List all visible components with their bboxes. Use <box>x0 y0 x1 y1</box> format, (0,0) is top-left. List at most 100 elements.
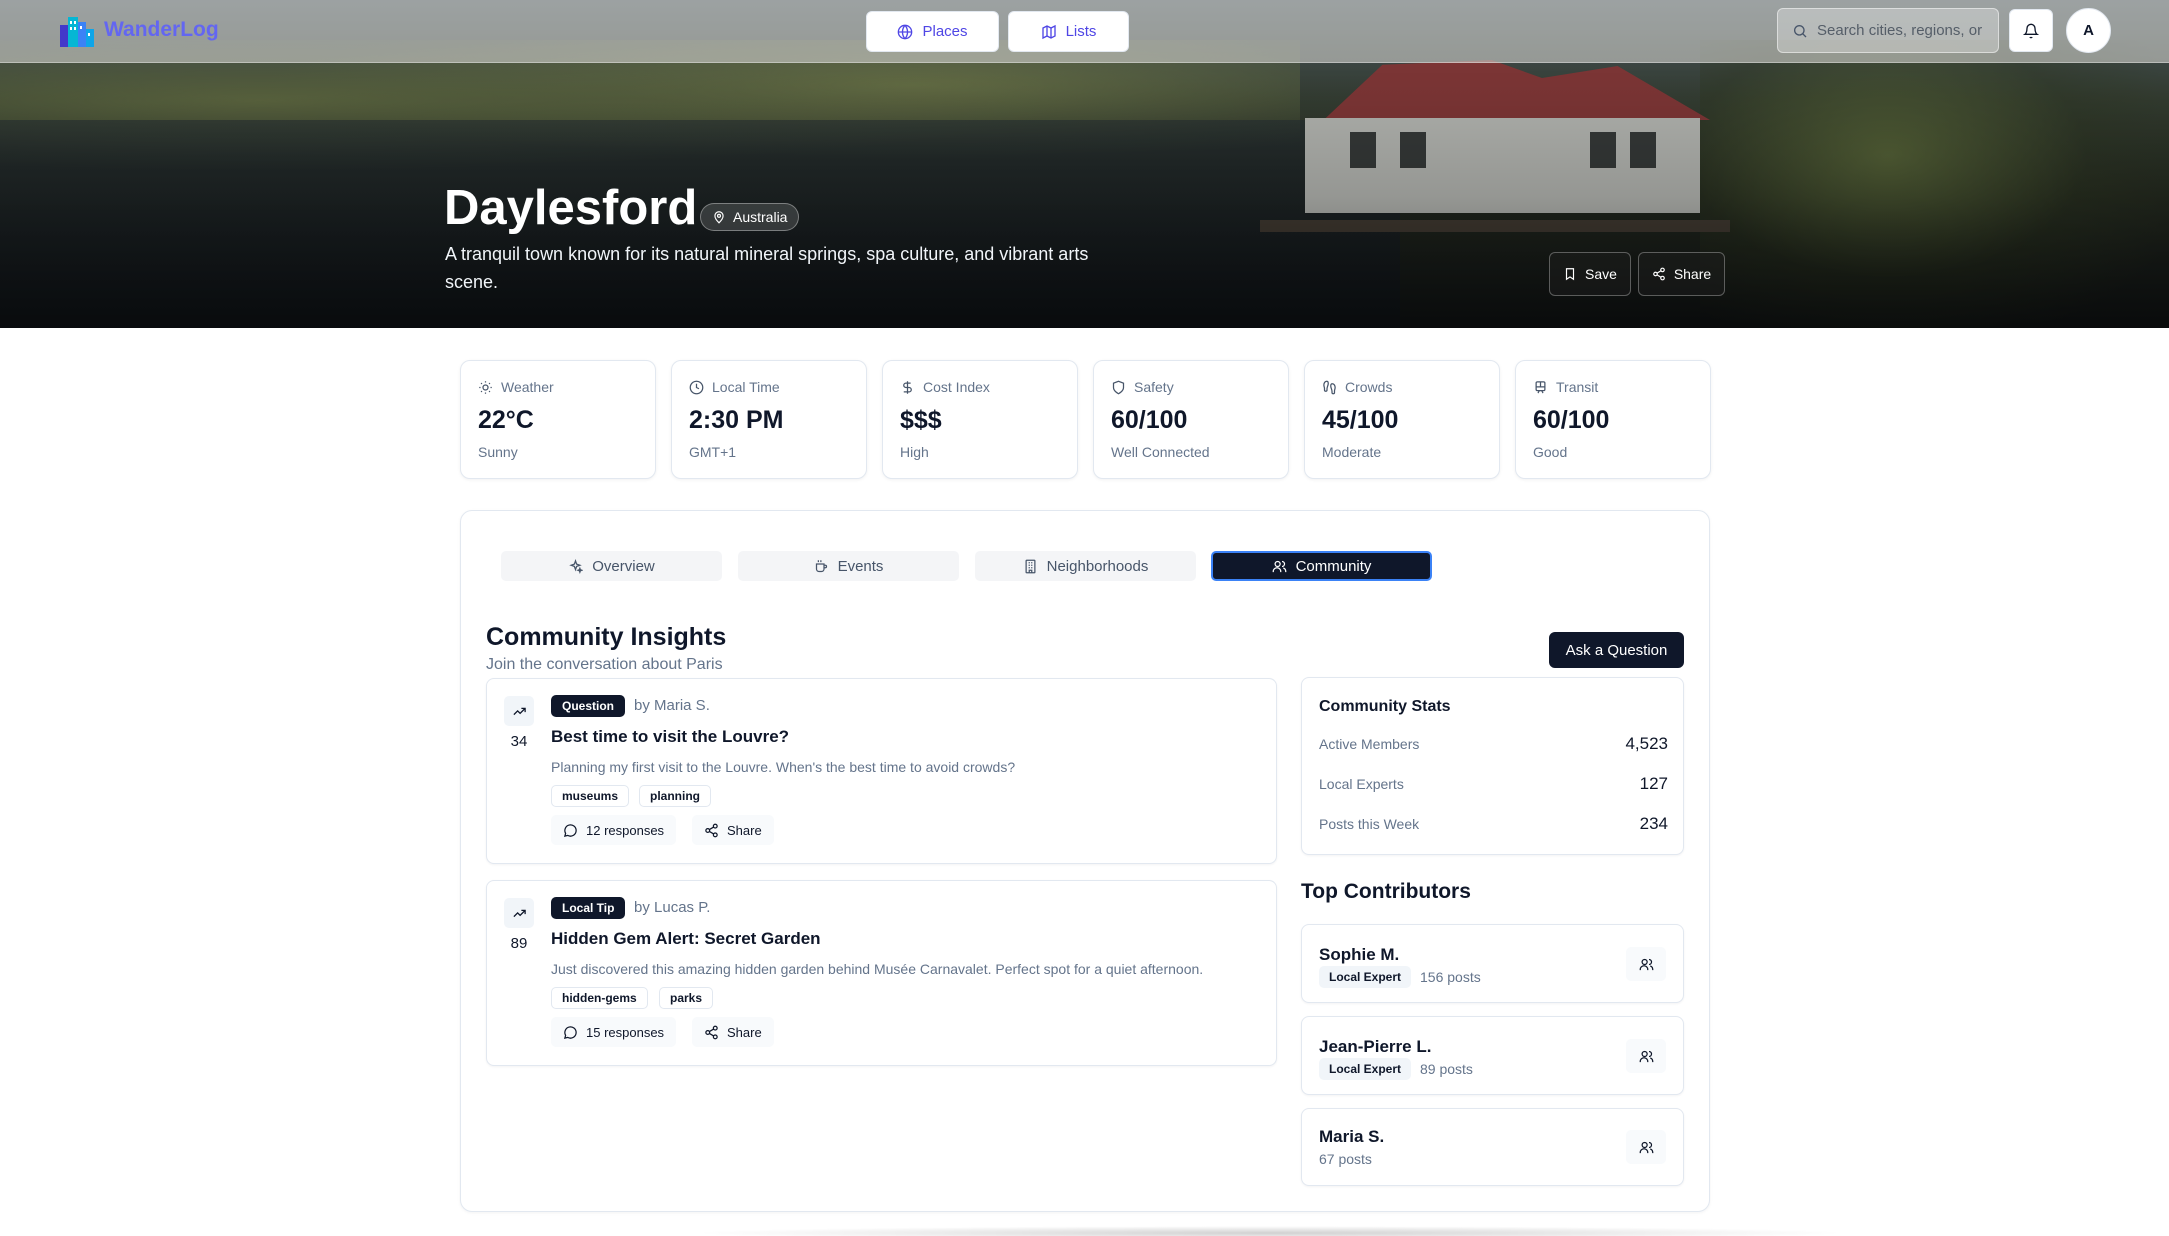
map-icon <box>1041 24 1057 40</box>
stat-value: 45/100 <box>1322 406 1399 434</box>
users-icon <box>1639 1049 1654 1064</box>
tab-community[interactable]: Community <box>1211 551 1432 581</box>
post-author: by Maria S. <box>634 697 710 714</box>
share-icon <box>1652 267 1666 281</box>
vote-count: 89 <box>510 935 528 952</box>
contributor-posts: 89 posts <box>1420 1061 1473 1077</box>
stat-label: Local Time <box>712 379 780 395</box>
stat-subtext: Moderate <box>1322 444 1382 460</box>
search-icon <box>1792 23 1808 39</box>
logo[interactable]: WanderLog <box>58 13 219 47</box>
contributor-posts: 156 posts <box>1420 969 1481 985</box>
stat-card-safety: Safety 60/100 Well Connected <box>1093 360 1289 479</box>
app-name: WanderLog <box>104 18 219 41</box>
nav-places-button[interactable]: Places <box>866 11 999 52</box>
post-tag[interactable]: museums <box>551 785 630 807</box>
community-subtitle: Join the conversation about Paris <box>486 656 723 673</box>
post-title[interactable]: Hidden Gem Alert: Secret Garden <box>551 929 821 949</box>
stat-subtext: Well Connected <box>1111 444 1210 460</box>
post-tag[interactable]: parks <box>659 987 714 1009</box>
share-destination-button[interactable]: Share <box>1638 252 1725 296</box>
post-type-badge: Question <box>551 695 626 717</box>
stat-row-value: 4,523 <box>1625 734 1668 753</box>
sparkles-icon <box>568 558 584 574</box>
stat-label: Cost Index <box>923 379 990 395</box>
vote-count: 34 <box>510 733 528 750</box>
contributor-card: Maria S. 67 posts <box>1301 1108 1684 1186</box>
tab-label: Neighborhoods <box>1046 557 1149 575</box>
message-circle-icon <box>563 823 578 838</box>
page-bottom-shadow <box>690 1226 1850 1236</box>
post-tag[interactable]: hidden-gems <box>551 987 648 1009</box>
responses-button[interactable]: 15 responses <box>551 1017 677 1047</box>
community-post: 89 Local Tip by Lucas P. Hidden Gem Aler… <box>486 880 1277 1066</box>
save-label: Save <box>1585 266 1617 282</box>
stat-card-weather: Weather 22°C Sunny <box>460 360 656 479</box>
view-contributor-button[interactable] <box>1626 1130 1666 1164</box>
user-avatar[interactable]: A <box>2066 8 2111 53</box>
stat-row-label: Posts this Week <box>1319 816 1420 832</box>
share-post-button[interactable]: Share <box>692 1017 774 1047</box>
local-expert-badge: Local Expert <box>1319 1058 1412 1080</box>
stat-row: Active Members 4,523 <box>1319 734 1668 754</box>
post-author: by Lucas P. <box>634 899 711 916</box>
post-body: Planning my first visit to the Louvre. W… <box>551 759 1016 775</box>
contributor-card: Jean-Pierre L. Local Expert 89 posts <box>1301 1016 1684 1095</box>
view-contributor-button[interactable] <box>1626 947 1666 981</box>
stat-row-label: Local Experts <box>1319 776 1404 792</box>
top-nav-bar: WanderLog Places Lists A <box>0 0 2169 63</box>
share-icon <box>704 823 719 838</box>
responses-label: 15 responses <box>586 1024 665 1040</box>
tab-label: Overview <box>592 557 655 575</box>
post-tag[interactable]: planning <box>639 785 711 807</box>
share-icon <box>704 1025 719 1040</box>
post-body: Just discovered this amazing hidden gard… <box>551 961 1204 977</box>
stat-subtext: GMT+1 <box>689 444 737 460</box>
tab-label: Community <box>1295 557 1372 575</box>
community-post: 34 Question by Maria S. Best time to vis… <box>486 678 1277 864</box>
stat-label: Transit <box>1556 379 1599 395</box>
trending-up-icon <box>512 704 527 719</box>
stat-card-crowds: Crowds 45/100 Moderate <box>1304 360 1500 479</box>
tab-overview[interactable]: Overview <box>501 551 722 581</box>
local-expert-badge: Local Expert <box>1319 966 1412 988</box>
search-box[interactable] <box>1777 8 1999 53</box>
users-icon <box>1639 957 1654 972</box>
bookmark-icon <box>1563 267 1577 281</box>
ask-question-button[interactable]: Ask a Question <box>1549 632 1684 668</box>
tab-neighborhoods[interactable]: Neighborhoods <box>975 551 1196 581</box>
stat-value: 60/100 <box>1533 406 1610 434</box>
upvote-button[interactable] <box>504 898 534 928</box>
tab-events[interactable]: Events <box>738 551 959 581</box>
message-circle-icon <box>563 1025 578 1040</box>
destination-description: A tranquil town known for its natural mi… <box>445 244 1089 292</box>
share-post-button[interactable]: Share <box>692 815 774 845</box>
stat-value: $$$ <box>900 406 942 434</box>
tab-label: Events <box>837 557 884 575</box>
trending-up-icon <box>512 906 527 921</box>
dollar-icon <box>900 380 915 395</box>
contributor-posts: 67 posts <box>1319 1151 1372 1167</box>
nav-lists-button[interactable]: Lists <box>1008 11 1129 52</box>
nav-lists-label: Lists <box>1065 23 1097 40</box>
upvote-button[interactable] <box>504 696 534 726</box>
stat-row: Local Experts 127 <box>1319 774 1668 794</box>
stat-value: 2:30 PM <box>689 406 784 434</box>
shield-icon <box>1111 380 1126 395</box>
post-title[interactable]: Best time to visit the Louvre? <box>551 727 789 747</box>
stat-card-local-time: Local Time 2:30 PM GMT+1 <box>671 360 867 479</box>
search-input[interactable] <box>1817 22 1987 39</box>
sun-icon <box>478 380 493 395</box>
responses-button[interactable]: 12 responses <box>551 815 677 845</box>
coffee-icon <box>814 559 829 574</box>
nav-places-label: Places <box>922 23 968 40</box>
save-button[interactable]: Save <box>1549 252 1631 296</box>
notifications-button[interactable] <box>2009 9 2053 52</box>
contributor-name: Jean-Pierre L. <box>1319 1037 1432 1056</box>
users-icon <box>1639 1140 1654 1155</box>
view-contributor-button[interactable] <box>1626 1039 1666 1073</box>
stat-subtext: Good <box>1533 444 1568 460</box>
responses-label: 12 responses <box>586 822 665 838</box>
share-label: Share <box>727 822 762 838</box>
contributor-name: Sophie M. <box>1319 945 1400 964</box>
